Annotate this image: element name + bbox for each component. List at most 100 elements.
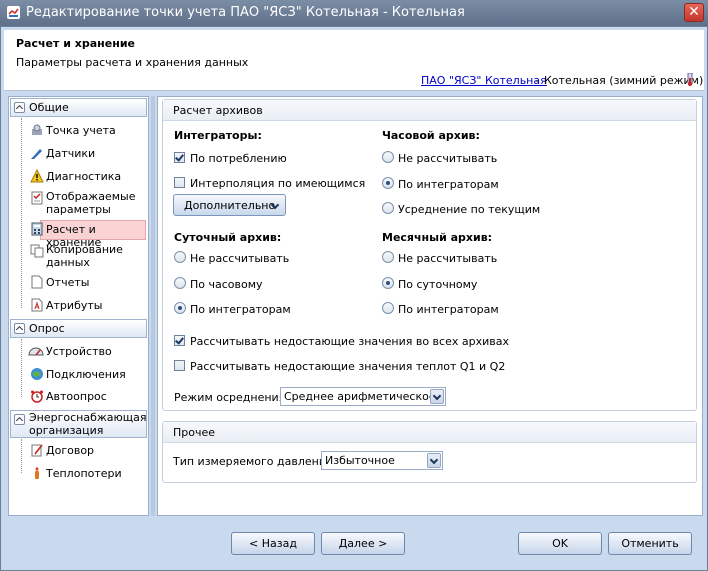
page-header: Расчет и хранение Параметры расчета и хр… xyxy=(4,30,704,91)
connection-icon xyxy=(31,368,43,380)
sidebar-item-device[interactable]: Устройство xyxy=(14,343,146,361)
operating-mode-label: Котельная (зимний режим) xyxy=(544,74,704,87)
hourly-integrators-radio[interactable] xyxy=(382,177,394,189)
sidebar-group-energy-org[interactable]: Энергоснабжающая организация xyxy=(10,410,147,438)
more-dropdown-button[interactable]: Дополнительно xyxy=(173,194,286,216)
chevron-up-icon[interactable] xyxy=(14,414,25,425)
header-separator: - xyxy=(535,74,539,87)
page-subtitle: Параметры расчета и хранения данных xyxy=(16,56,249,69)
integrators-title: Интеграторы: xyxy=(174,129,262,142)
page-title: Расчет и хранение xyxy=(16,37,135,50)
app-icon xyxy=(7,6,20,19)
monthly-integrators-label: По интеграторам xyxy=(398,303,499,316)
sidebar-item-label: Автоопрос xyxy=(46,390,107,403)
gauge-icon xyxy=(28,347,44,356)
more-dropdown-label: Дополнительно xyxy=(184,199,276,212)
interpolation-checkbox[interactable] xyxy=(174,177,185,188)
pressure-type-select[interactable]: Избыточное xyxy=(321,451,443,470)
sidebar-group-label: Общие xyxy=(29,101,69,114)
archives-panel-header: Расчет архивов xyxy=(163,100,696,121)
object-link[interactable]: ПАО "ЯСЗ" Котельная xyxy=(421,74,547,87)
calculator-icon xyxy=(31,222,43,236)
window-title: Редактирование точки учета ПАО "ЯСЗ" Кот… xyxy=(26,5,465,20)
calc-missing-q-checkbox[interactable] xyxy=(174,360,185,371)
sidebar-group-label: Энергоснабжающая организация xyxy=(29,411,147,437)
sidebar-item-auto-poll[interactable]: Автоопрос xyxy=(14,388,146,406)
averaging-mode-label: Режим осреднения: xyxy=(174,391,290,404)
averaging-mode-select[interactable]: Среднее арифметическое xyxy=(280,387,446,406)
hourly-integrators-label: По интеграторам xyxy=(398,178,499,191)
sidebar-item-displayed-params[interactable]: Отображаемые параметры xyxy=(14,189,146,217)
sidebar-item-label: Точка учета xyxy=(46,124,116,137)
chevron-up-icon[interactable] xyxy=(14,102,25,113)
thermometer-icon xyxy=(687,73,693,86)
alarm-clock-icon xyxy=(31,390,43,403)
calc-missing-q-label: Рассчитывать недостающие значения теплот… xyxy=(190,360,506,373)
monthly-daily-radio[interactable] xyxy=(382,277,394,289)
daily-hourly-label: По часовому xyxy=(190,278,263,291)
monthly-archive-title: Месячный архив: xyxy=(382,231,493,244)
sidebar-item-label: Датчики xyxy=(46,147,96,160)
sidebar-item-diagnostics[interactable]: Диагностика xyxy=(14,168,146,186)
checklist-icon xyxy=(31,191,43,205)
hourly-none-label: Не рассчитывать xyxy=(398,152,498,165)
title-bar: Редактирование точки учета ПАО "ЯСЗ" Кот… xyxy=(0,0,708,26)
cancel-button[interactable]: Отменить xyxy=(608,532,692,555)
sidebar-item-metering-point[interactable]: Точка учета xyxy=(14,122,146,140)
next-button[interactable]: Далее > xyxy=(321,532,405,555)
calc-missing-all-checkbox[interactable] xyxy=(174,335,185,346)
back-button[interactable]: < Назад xyxy=(231,532,315,555)
by-consumption-checkbox[interactable] xyxy=(174,152,185,163)
daily-integrators-radio[interactable] xyxy=(174,302,186,314)
ok-button[interactable]: OK xyxy=(518,532,602,555)
sidebar-item-contract[interactable]: Договор xyxy=(14,442,146,460)
sidebar-item-calc-storage[interactable]: Расчет и хранение xyxy=(14,221,146,249)
daily-integrators-label: По интеграторам xyxy=(190,303,291,316)
daily-hourly-radio[interactable] xyxy=(174,277,186,289)
averaging-mode-value: Среднее арифметическое xyxy=(284,390,436,403)
archives-panel-title: Расчет архивов xyxy=(173,104,263,117)
pressure-type-value: Избыточное xyxy=(325,454,395,467)
interpolation-label: Интерполяция по имеющимся xyxy=(190,177,366,190)
hourly-archive-title: Часовой архив: xyxy=(382,129,480,142)
sidebar-group-general[interactable]: Общие xyxy=(10,98,147,117)
monthly-none-radio[interactable] xyxy=(382,251,394,263)
daily-archive-title: Суточный архив: xyxy=(174,231,282,244)
sidebar-item-label: Копирование данных xyxy=(46,243,123,269)
monthly-daily-label: По суточному xyxy=(398,278,478,291)
attributes-icon xyxy=(31,298,43,312)
close-button[interactable]: ✕ xyxy=(684,3,704,22)
sidebar-item-attributes[interactable]: Атрибуты xyxy=(14,297,146,315)
chevron-down-icon xyxy=(430,389,444,404)
sidebar-item-label: Отображаемые параметры xyxy=(46,190,136,216)
sidebar-item-label: Договор xyxy=(46,444,95,457)
sidebar-item-sensors[interactable]: Датчики xyxy=(14,145,146,163)
sidebar-item-label: Диагностика xyxy=(46,170,122,183)
sidebar-item-connections[interactable]: Подключения xyxy=(14,366,146,384)
heat-loss-icon xyxy=(35,467,39,479)
meter-point-icon xyxy=(32,124,42,135)
sidebar-item-heat-loss[interactable]: Теплопотери xyxy=(14,465,146,483)
sidebar-item-copy-data[interactable]: Копирование данных xyxy=(14,242,146,270)
by-consumption-label: По потреблению xyxy=(190,152,287,165)
report-icon xyxy=(31,275,43,289)
hourly-averaging-label: Усреднение по текущим xyxy=(398,203,541,216)
hourly-none-radio[interactable] xyxy=(382,151,394,163)
close-icon: ✕ xyxy=(688,4,700,20)
calc-missing-all-label: Рассчитывать недостающие значения во все… xyxy=(190,335,509,348)
sidebar-item-label: Подключения xyxy=(46,368,126,381)
hourly-averaging-radio[interactable] xyxy=(382,202,394,214)
other-panel-title: Прочее xyxy=(173,426,216,439)
other-panel-header: Прочее xyxy=(163,422,696,443)
sidebar-item-label: Теплопотери xyxy=(46,467,122,480)
sidebar-splitter[interactable] xyxy=(151,96,155,516)
daily-none-radio[interactable] xyxy=(174,251,186,263)
sidebar-item-reports[interactable]: Отчеты xyxy=(14,274,146,292)
chevron-up-icon[interactable] xyxy=(14,323,25,334)
monthly-integrators-radio[interactable] xyxy=(382,302,394,314)
sidebar-item-label: Атрибуты xyxy=(46,299,103,312)
contract-icon xyxy=(31,444,43,457)
sidebar-item-label: Отчеты xyxy=(46,276,90,289)
sidebar-group-polling[interactable]: Опрос xyxy=(10,319,147,338)
chevron-down-icon xyxy=(427,453,441,468)
